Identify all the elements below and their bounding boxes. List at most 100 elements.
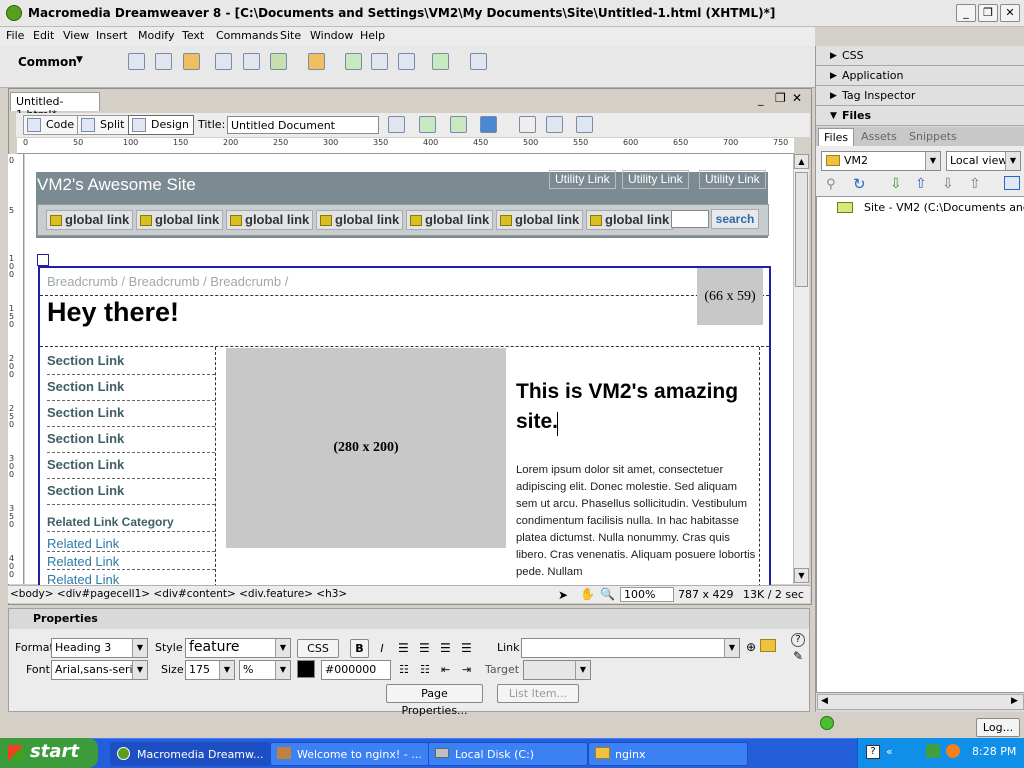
tab-snippets[interactable]: Snippets	[909, 130, 957, 143]
network-icon[interactable]	[926, 744, 940, 758]
menu-file[interactable]: File	[6, 29, 24, 42]
align-justify-icon[interactable]: ☰	[461, 641, 472, 655]
feature-heading-cont[interactable]: site.	[516, 410, 558, 434]
refresh-icon[interactable]: ↻	[853, 175, 866, 193]
hand-tool-icon[interactable]: ✋	[580, 587, 595, 601]
tag-inspector-panel-group[interactable]: Tag Inspector	[816, 86, 1024, 106]
align-left-icon[interactable]: ☰	[398, 641, 409, 655]
doc-close-icon[interactable]: ✕	[792, 91, 802, 105]
italic-button[interactable]: I	[373, 639, 391, 658]
named-anchor-icon[interactable]	[183, 53, 200, 70]
scroll-down-icon[interactable]: ▼	[794, 568, 809, 583]
task-nginx-folder[interactable]: nginx	[588, 742, 748, 766]
files-panel-group[interactable]: Files	[816, 106, 1024, 126]
doc-minimize-icon[interactable]: _	[758, 93, 764, 106]
section-link[interactable]: Section Link	[47, 431, 215, 453]
related-link[interactable]: Related Link	[47, 554, 215, 570]
help-tray-icon[interactable]: ?	[866, 745, 880, 759]
ordered-list-icon[interactable]: ☷	[420, 663, 430, 676]
menu-view[interactable]: View	[63, 29, 89, 42]
section-link[interactable]: Section Link	[47, 353, 215, 375]
pointer-tool-icon[interactable]: ➤	[558, 588, 568, 602]
global-link[interactable]: global link	[496, 210, 584, 230]
bold-button[interactable]: B	[350, 639, 369, 658]
design-view-button[interactable]: Design	[128, 115, 194, 135]
chevron-down-icon[interactable]: ▼	[76, 55, 83, 65]
application-panel-group[interactable]: Application	[816, 66, 1024, 86]
log-button[interactable]: Log...	[976, 718, 1020, 737]
document-tab[interactable]: Untitled-1.html*	[10, 92, 100, 121]
menu-site[interactable]: Site	[280, 29, 301, 42]
point-to-file-icon[interactable]: ⊕	[746, 640, 756, 654]
scroll-left-icon[interactable]: ◀	[821, 696, 828, 706]
scroll-up-icon[interactable]: ▲	[794, 154, 809, 169]
check-in-icon[interactable]: ⇧	[969, 176, 981, 192]
document-title-input[interactable]	[227, 116, 379, 134]
email-link-icon[interactable]	[155, 53, 172, 70]
tag-selector[interactable]: <body> <div#pagecell1> <div#content> <di…	[10, 588, 347, 600]
style-select[interactable]: feature ▼	[185, 638, 291, 658]
list-item-button[interactable]: List Item...	[497, 684, 579, 703]
server-side-include-icon[interactable]	[371, 53, 388, 70]
feature-heading[interactable]: This is VM2's amazing	[516, 380, 738, 404]
layer-icon[interactable]	[243, 53, 260, 70]
menu-help[interactable]: Help	[360, 29, 385, 42]
close-button[interactable]: ✕	[1000, 4, 1020, 22]
check-out-icon[interactable]: ⇩	[942, 176, 954, 192]
indent-icon[interactable]: ⇥	[462, 663, 471, 676]
visual-aids-icon[interactable]	[576, 116, 593, 133]
color-input[interactable]: #000000	[321, 660, 391, 680]
vertical-scrollbar[interactable]: ▲ ▼	[793, 154, 809, 584]
outdent-icon[interactable]: ⇤	[441, 663, 450, 676]
templates-icon[interactable]	[432, 53, 449, 70]
link-input[interactable]: ▼	[521, 638, 740, 658]
image-icon[interactable]	[270, 53, 287, 70]
browse-folder-icon[interactable]	[760, 639, 776, 652]
scroll-thumb[interactable]	[795, 172, 808, 287]
files-hscroll[interactable]: ◀ ▶	[817, 694, 1024, 710]
utility-link[interactable]: Utility Link	[622, 170, 689, 189]
global-link[interactable]: global link	[406, 210, 494, 230]
search-button[interactable]: search	[711, 209, 759, 229]
code-view-button[interactable]: Code	[23, 115, 80, 135]
align-center-icon[interactable]: ☰	[419, 641, 430, 655]
color-swatch[interactable]	[297, 660, 315, 678]
tag-chooser-icon[interactable]	[470, 53, 487, 70]
font-select[interactable]: Arial,sans-serif ▼	[51, 660, 148, 680]
scroll-right-icon[interactable]: ▶	[1011, 696, 1018, 706]
doc-restore-icon[interactable]: ❐	[775, 91, 786, 105]
refresh-icon[interactable]	[519, 116, 536, 133]
table-icon[interactable]	[215, 53, 232, 70]
search-input[interactable]	[671, 210, 709, 228]
help-icon[interactable]: ?	[791, 633, 805, 647]
utility-link[interactable]: Utility Link	[549, 170, 616, 189]
size-select[interactable]: 175 ▼	[185, 660, 235, 680]
tree-item-site[interactable]: Site - VM2 (C:\Documents and Se	[864, 201, 1024, 214]
expand-panel-icon[interactable]	[1004, 176, 1020, 190]
global-link[interactable]: global link	[136, 210, 224, 230]
related-link[interactable]: Related Link	[47, 536, 215, 552]
window-size[interactable]: 787 x 429	[678, 588, 734, 601]
target-select[interactable]: ▼	[523, 660, 591, 680]
global-link[interactable]: global link	[226, 210, 314, 230]
section-link[interactable]: Section Link	[47, 405, 215, 427]
media-icon[interactable]	[308, 53, 325, 70]
task-nginx-browser[interactable]: Welcome to nginx! - ...	[270, 742, 430, 766]
tab-files[interactable]: Files	[818, 128, 855, 146]
preview-browser-icon[interactable]	[480, 116, 497, 133]
date-icon[interactable]	[345, 53, 362, 70]
menu-insert[interactable]: Insert	[96, 29, 128, 42]
section-link[interactable]: Section Link	[47, 483, 215, 505]
unordered-list-icon[interactable]: ☷	[399, 663, 409, 676]
align-right-icon[interactable]: ☰	[440, 641, 451, 655]
section-link[interactable]: Section Link	[47, 379, 215, 401]
menu-text[interactable]: Text	[182, 29, 204, 42]
utility-link[interactable]: Utility Link	[699, 170, 766, 189]
global-link[interactable]: global link	[586, 210, 674, 230]
search-tray-icon[interactable]	[946, 744, 960, 758]
menu-window[interactable]: Window	[310, 29, 353, 42]
get-files-icon[interactable]: ⇩	[890, 176, 902, 192]
minimize-button[interactable]: _	[956, 4, 976, 22]
view-select[interactable]: Local view ▼	[946, 151, 1021, 171]
validate-icon[interactable]	[419, 116, 436, 133]
